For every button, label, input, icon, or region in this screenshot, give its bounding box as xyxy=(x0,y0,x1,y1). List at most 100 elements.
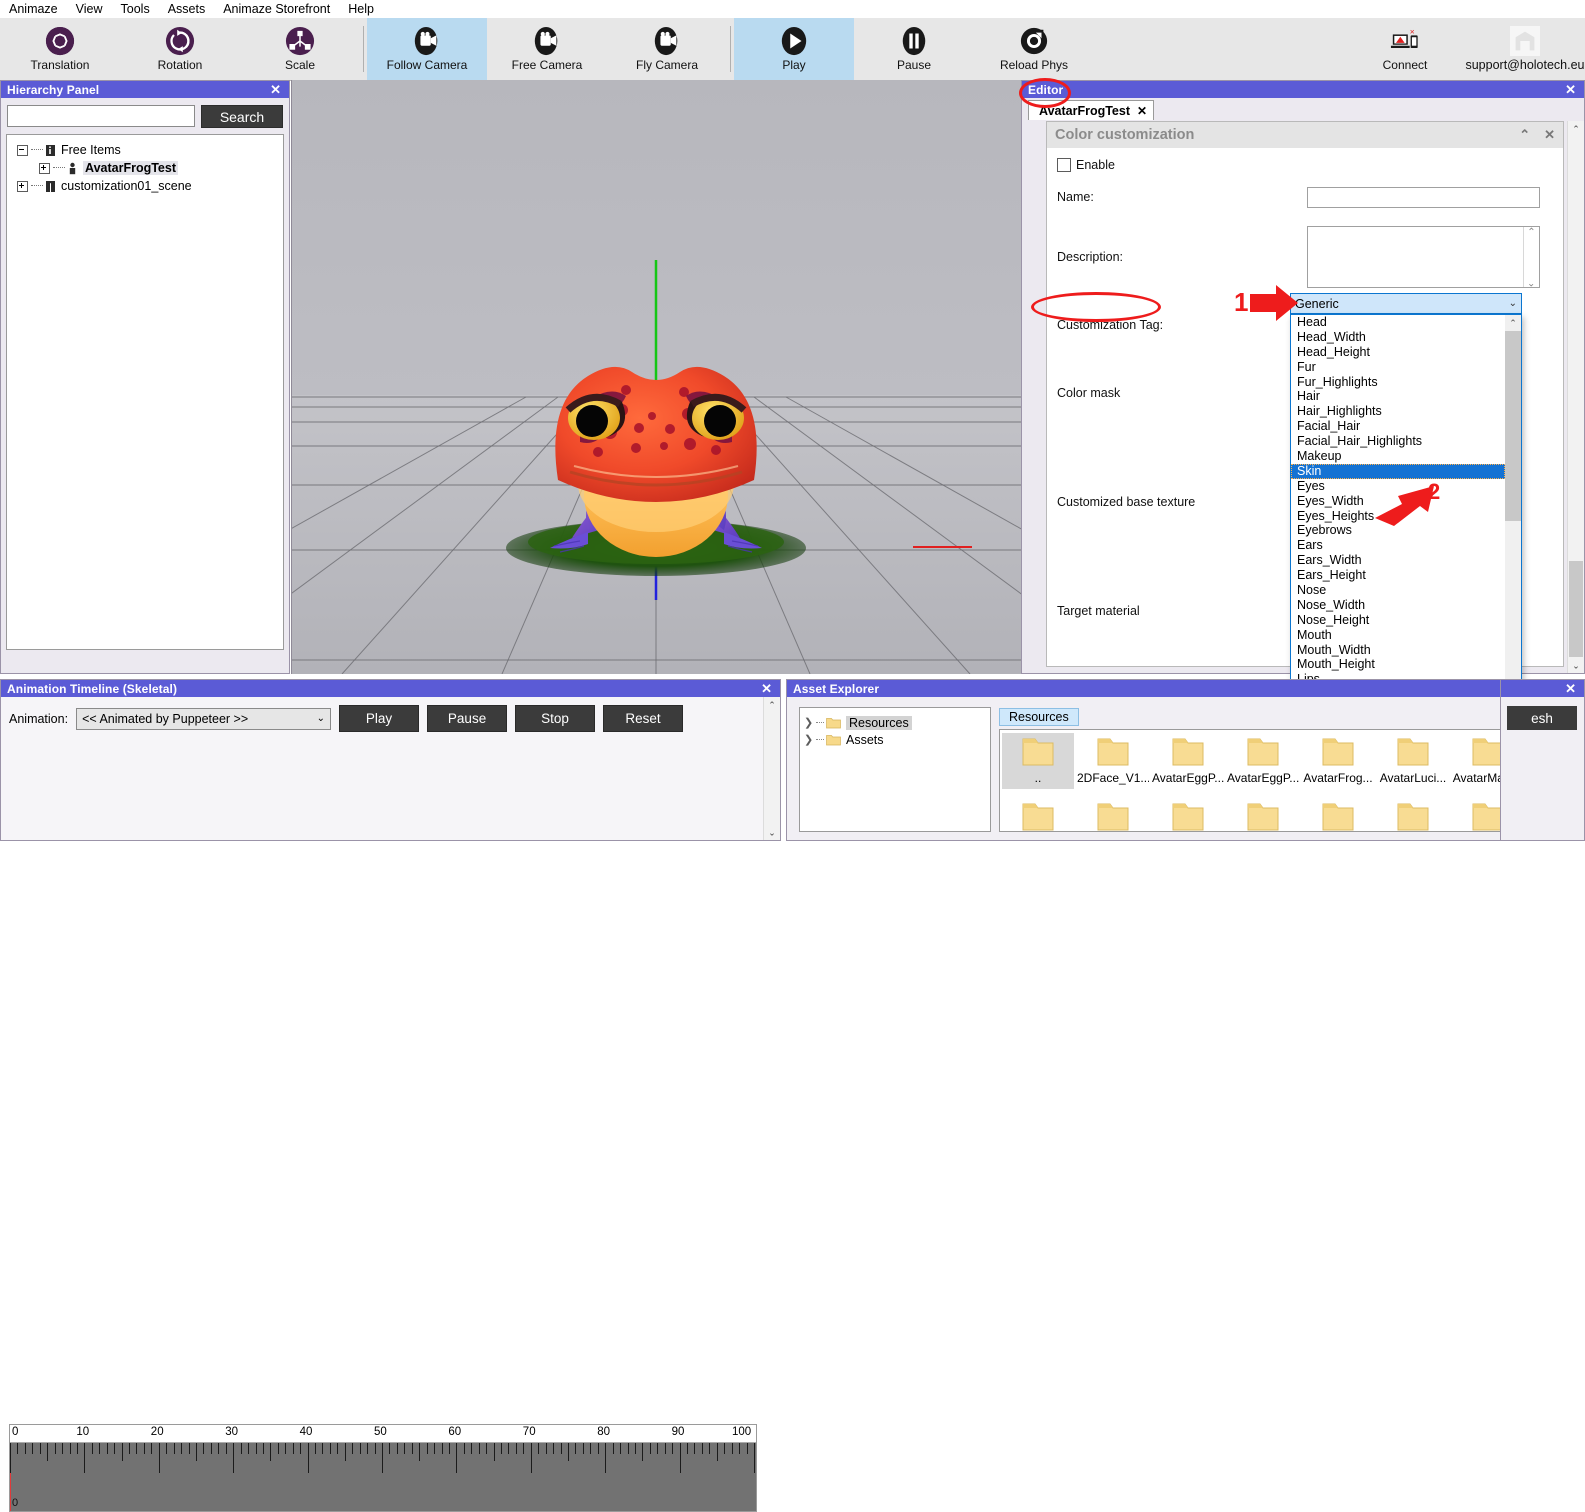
asset-grid-item[interactable]: 2DFace_V1... xyxy=(1077,733,1149,789)
dropdown-option[interactable]: Ears_Width xyxy=(1291,553,1505,568)
dropdown-option[interactable]: Hair xyxy=(1291,389,1505,404)
timeline-stop-button[interactable]: Stop xyxy=(515,705,596,732)
chevron-right-icon[interactable]: ❯ xyxy=(804,733,816,746)
timeline-reset-button[interactable]: Reset xyxy=(603,705,684,732)
chevron-up-icon[interactable]: ⌃ xyxy=(1527,227,1535,238)
dropdown-option[interactable]: Nose_Width xyxy=(1291,598,1505,613)
chevron-down-icon[interactable]: ⌃ xyxy=(1527,276,1535,287)
asset-grid-item[interactable]: AvatarEggP... handsnosh... xyxy=(1227,733,1299,789)
3d-viewport[interactable] xyxy=(291,80,1021,674)
scroll-down-arrow-icon[interactable]: ⌃ xyxy=(1568,657,1584,673)
chevron-down-icon[interactable]: ⌄ xyxy=(1509,298,1517,309)
dropdown-option[interactable]: Ears_Height xyxy=(1291,568,1505,583)
dropdown-option[interactable]: Mouth_Width xyxy=(1291,643,1505,658)
menu-item-tools[interactable]: Tools xyxy=(112,1,159,17)
asset-grid-item[interactable] xyxy=(1227,798,1299,831)
close-icon[interactable]: ✕ xyxy=(1563,82,1578,98)
dropdown-option[interactable]: Ears xyxy=(1291,538,1505,553)
scroll-down-arrow-icon[interactable]: ⌃ xyxy=(764,824,780,840)
dropdown-option[interactable]: Makeup xyxy=(1291,449,1505,464)
menu-item-animaze[interactable]: Animaze xyxy=(0,1,67,17)
breadcrumb-resources[interactable]: Resources xyxy=(999,707,1079,726)
tree-item-free-items[interactable]: Free Items xyxy=(11,141,279,159)
timeline-track[interactable]: 0 xyxy=(10,1442,756,1511)
dropdown-option[interactable]: Mouth xyxy=(1291,628,1505,643)
description-textarea[interactable]: ⌃ ⌃ xyxy=(1307,226,1540,288)
menu-item-help[interactable]: Help xyxy=(339,1,383,17)
tree-item-customization01-scene[interactable]: customization01_scene xyxy=(11,177,279,195)
chevron-right-icon[interactable]: ❯ xyxy=(804,716,816,729)
asset-grid-item[interactable]: AvatarEggP... xyxy=(1152,733,1224,789)
scroll-up-arrow-icon[interactable]: ⌃ xyxy=(1505,315,1521,331)
toolbar-button-free-camera[interactable]: Free Camera xyxy=(487,18,607,80)
scroll-up-arrow-icon[interactable]: ⌃ xyxy=(1568,121,1584,137)
hierarchy-tree[interactable]: Free Items AvatarFrogTest customization0… xyxy=(6,134,284,650)
tab-avatarfrogtest[interactable]: AvatarFrogTest ✕ xyxy=(1028,100,1155,120)
timeline-vertical-scrollbar[interactable]: ⌃ ⌃ xyxy=(763,697,780,840)
dropdown-option[interactable]: Head_Height xyxy=(1291,345,1505,360)
close-icon[interactable]: ✕ xyxy=(1137,104,1147,118)
timeline-play-button[interactable]: Play xyxy=(339,705,420,732)
asset-grid-item[interactable] xyxy=(1377,798,1449,831)
name-input[interactable] xyxy=(1307,187,1540,208)
close-icon[interactable]: ✕ xyxy=(759,681,774,697)
asset-grid-item[interactable] xyxy=(1302,798,1374,831)
asset-grid-item[interactable]: AvatarLuci... xyxy=(1377,733,1449,789)
tree-item-avatarfrogtest[interactable]: AvatarFrogTest xyxy=(11,159,279,177)
scrollbar-thumb[interactable] xyxy=(1505,331,1521,521)
timeline-ruler[interactable]: 0 10 20 30 40 50 60 70 80 90 100 0 xyxy=(9,1424,757,1512)
chevron-up-icon[interactable]: ⌃ xyxy=(1519,127,1530,143)
menu-item-assets[interactable]: Assets xyxy=(159,1,215,17)
dropdown-option[interactable]: Nose xyxy=(1291,583,1505,598)
dropdown-option[interactable]: Hair_Highlights xyxy=(1291,404,1505,419)
toolbar-button-connect[interactable]: × Connect xyxy=(1345,18,1465,80)
timeline-pause-button[interactable]: Pause xyxy=(427,705,508,732)
asset-grid-item[interactable]: AvatarFrog... xyxy=(1302,733,1374,789)
asset-grid[interactable]: .. 2DFace_V1... AvatarEggP... AvatarEggP...… xyxy=(999,729,1544,832)
editor-vertical-scrollbar[interactable]: ⌃ ⌃ xyxy=(1567,121,1584,673)
asset-grid-item[interactable]: .. xyxy=(1002,733,1074,789)
close-icon[interactable]: ✕ xyxy=(268,82,283,98)
expand-toggle-icon[interactable] xyxy=(39,162,50,174)
menu-item-view[interactable]: View xyxy=(67,1,112,17)
search-input[interactable] xyxy=(7,105,195,127)
animation-combo[interactable]: << Animated by Puppeteer >> ⌄ xyxy=(76,707,332,730)
toolbar-button-fly-camera[interactable]: Fly Camera xyxy=(607,18,727,80)
menu-item-animaze-storefront[interactable]: Animaze Storefront xyxy=(214,1,339,17)
expand-toggle-icon[interactable] xyxy=(17,180,28,192)
dropdown-option[interactable]: Facial_Hair xyxy=(1291,419,1505,434)
enable-checkbox[interactable] xyxy=(1057,158,1071,172)
asset-grid-item[interactable] xyxy=(1077,798,1149,831)
toolbar-button-play[interactable]: Play xyxy=(734,18,854,80)
dropdown-option[interactable]: Fur_Highlights xyxy=(1291,375,1505,390)
toolbar-button-follow-camera[interactable]: Follow Camera xyxy=(367,18,487,80)
scrollbar-thumb[interactable] xyxy=(1569,561,1583,671)
asset-grid-item[interactable] xyxy=(1002,798,1074,831)
search-button[interactable]: Search xyxy=(201,105,283,128)
close-icon[interactable]: ✕ xyxy=(1544,127,1555,143)
asset-grid-item[interactable] xyxy=(1152,798,1224,831)
dropdown-option[interactable]: Mouth_Height xyxy=(1291,657,1505,672)
asset-tree-item-assets[interactable]: ❯ Assets xyxy=(804,731,986,748)
textarea-scrollbar[interactable]: ⌃ ⌃ xyxy=(1523,227,1539,287)
dropdown-option[interactable]: Head xyxy=(1291,315,1505,330)
toolbar-button-account[interactable]: support@holotech.eu xyxy=(1465,18,1585,80)
toolbar-button-rotation[interactable]: Rotation xyxy=(120,18,240,80)
chevron-down-icon[interactable]: ⌄ xyxy=(317,713,325,724)
asset-folder-tree[interactable]: ❯ Resources ❯ Assets xyxy=(799,707,991,832)
skin-option[interactable]: Skin xyxy=(1291,463,1505,479)
collapse-toggle-icon[interactable] xyxy=(17,144,28,156)
dropdown-option[interactable]: Nose_Height xyxy=(1291,613,1505,628)
refresh-button[interactable]: esh xyxy=(1507,706,1577,730)
toolbar-button-reload-phys[interactable]: Reload Phys xyxy=(974,18,1094,80)
toolbar-button-pause[interactable]: Pause xyxy=(854,18,974,80)
close-icon[interactable]: ✕ xyxy=(1563,681,1578,697)
toolbar-button-scale[interactable]: Scale xyxy=(240,18,360,80)
asset-tree-item-resources[interactable]: ❯ Resources xyxy=(804,714,986,731)
dropdown-option[interactable]: Facial_Hair_Highlights xyxy=(1291,434,1505,449)
scroll-up-arrow-icon[interactable]: ⌃ xyxy=(764,697,780,713)
toolbar-button-translation[interactable]: Translation xyxy=(0,18,120,80)
dropdown-option[interactable]: Head_Width xyxy=(1291,330,1505,345)
customization-tag-combo[interactable]: Generic ⌄ xyxy=(1290,293,1522,314)
dropdown-option[interactable]: Fur xyxy=(1291,360,1505,375)
